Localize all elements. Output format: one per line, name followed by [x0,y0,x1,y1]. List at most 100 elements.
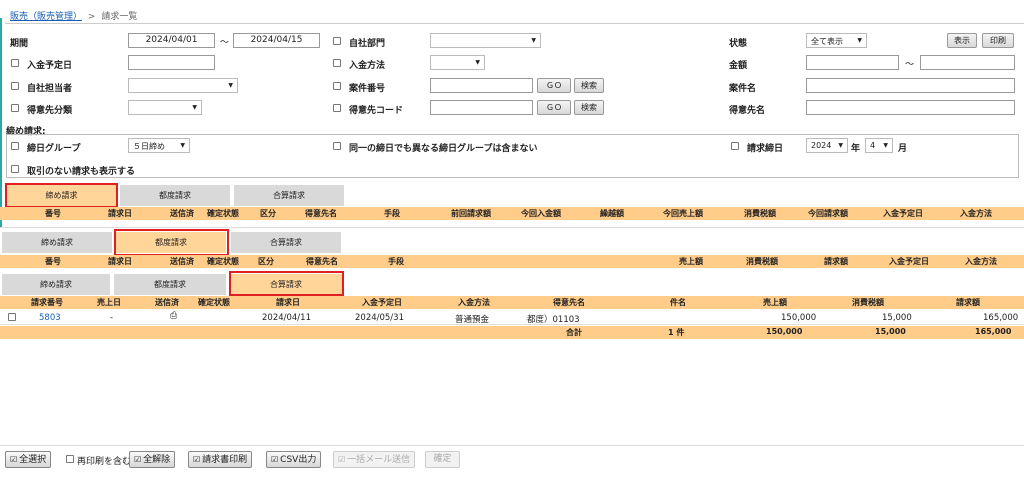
total-label: 合計 [566,328,582,337]
month-unit: 月 [898,144,908,154]
chevron-down-icon: ▼ [883,142,888,149]
deselect-all-button[interactable]: ☑ 全解除 [129,451,176,468]
bulk-mail-button[interactable]: ☑ 一括メール送信 [333,451,416,468]
column-header: 手段 [384,209,400,218]
payment-method-label: 入金方法 [349,61,386,71]
check-icon: ☑ [338,455,346,464]
chevron-down-icon: ▼ [180,142,185,149]
amount-to-input[interactable] [920,55,1015,70]
check-icon: ☑ [193,455,201,464]
payment-method-cell: 普通預金 [455,315,490,325]
confirm-button[interactable]: 確定 [425,451,460,468]
column-header: 得意先名 [306,257,338,266]
breadcrumb-parent-link[interactable]: 販売（販売管理） [10,12,82,22]
period-from-input[interactable]: 2024/04/01 [128,33,215,48]
amount-tilde: ～ [905,60,915,70]
chevron-down-icon: ▼ [475,59,480,66]
column-header: 今回請求額 [808,209,848,218]
tab-each-billing[interactable]: 都度請求 [114,274,226,295]
sales-date-cell: - [110,313,114,323]
column-header: 確定状態 [198,298,230,307]
closing-year-select[interactable]: 2024 ▼ [806,138,848,153]
customer-name-input[interactable] [806,100,1015,115]
csv-export-button[interactable]: ☑ CSV出力 [266,451,322,468]
closing-year-value: 2024 [811,141,832,150]
column-header: 送信済 [155,298,179,307]
exclude-group-checkbox[interactable] [333,142,341,150]
breadcrumb-separator: > [87,12,96,22]
payment-method-select[interactable]: ▼ [430,55,485,70]
check-icon: ☑ [271,455,279,464]
customer-class-select[interactable]: ▼ [128,100,202,115]
own-dept-select[interactable]: ▼ [430,33,541,48]
payment-method-checkbox[interactable] [333,59,341,67]
status-select[interactable]: 全て表示 ▼ [806,33,867,48]
table-header-combined: 請求番号 売上日 送信済 確定状態 請求日 入金予定日 入金方法 得意先名 件名… [0,296,1024,309]
column-header: 得意先名 [305,209,337,218]
highlight-box [5,183,118,208]
closing-group-checkbox[interactable] [11,142,19,150]
staff-label: 自社担当者 [27,84,73,94]
column-header: 請求日 [108,209,132,218]
column-header: 確定状態 [207,257,239,266]
show-no-txn-checkbox[interactable] [11,165,19,173]
column-header: 売上額 [679,257,703,266]
column-header: 確定状態 [207,209,239,218]
include-reprint-checkbox[interactable] [66,455,74,463]
customer-search-button[interactable]: 検索 [574,100,604,115]
exclude-group-label: 同一の締日でも異なる締日グループは含まない [349,144,538,154]
tab-closing-billing[interactable]: 締め請求 [2,232,112,253]
highlight-box [229,271,344,296]
customer-code-checkbox[interactable] [333,104,341,112]
table-header-closing: 番号 請求日 送信済 確定状態 区分 得意先名 手段 前回請求額 今回入金額 繰… [0,207,1024,220]
project-no-input[interactable] [430,78,533,93]
closing-day-label: 請求締日 [747,144,784,154]
payment-due-input[interactable] [128,55,215,70]
column-header: 区分 [258,257,274,266]
own-dept-label: 自社部門 [349,39,386,49]
column-header: 手段 [388,257,404,266]
own-dept-checkbox[interactable] [333,37,341,45]
csv-export-label: CSV出力 [280,455,317,465]
column-header: 入金予定日 [889,257,929,266]
column-header: 送信済 [170,209,194,218]
closing-day-checkbox[interactable] [731,142,739,150]
tab-combined-billing[interactable]: 合算請求 [231,232,341,253]
customer-class-checkbox[interactable] [11,104,19,112]
display-button[interactable]: 表示 [947,33,977,48]
row-checkbox[interactable] [8,313,16,321]
status-label: 状態 [729,39,748,49]
column-header: 請求番号 [31,298,63,307]
column-header: 入金予定日 [362,298,402,307]
chevron-down-icon: ▼ [192,104,197,111]
select-all-button[interactable]: ☑ 全選択 [5,451,52,468]
closing-month-select[interactable]: 4 ▼ [865,138,893,153]
tab-combined-billing[interactable]: 合算請求 [234,185,344,206]
project-no-checkbox[interactable] [333,82,341,90]
column-header: 今回売上額 [663,209,703,218]
column-header: 請求日 [276,298,300,307]
payment-due-checkbox[interactable] [11,59,19,67]
tab-closing-billing[interactable]: 締め請求 [2,274,110,295]
column-header: 入金方法 [965,257,997,266]
invoice-number-link[interactable]: 5803 [39,313,61,323]
select-all-label: 全選択 [19,455,47,465]
customer-code-input[interactable] [430,100,533,115]
period-to-input[interactable]: 2024/04/15 [233,33,320,48]
print-invoice-button[interactable]: ☑ 請求書印刷 [188,451,253,468]
staff-checkbox[interactable] [11,82,19,90]
column-header: 前回請求額 [451,209,491,218]
project-search-button[interactable]: 検索 [574,78,604,93]
tab-each-billing[interactable]: 都度請求 [120,185,230,206]
project-go-button[interactable]: ＧＯ [537,78,571,93]
amount-from-input[interactable] [806,55,899,70]
table-empty-body [0,220,1024,228]
project-name-input[interactable] [806,78,1015,93]
column-header: 件名 [670,298,686,307]
staff-select[interactable]: ▼ [128,78,238,93]
customer-go-button[interactable]: ＧＯ [537,100,571,115]
closing-group-select[interactable]: ５日締め ▼ [128,138,190,153]
total-amount: 165,000 [975,327,1012,336]
print-button[interactable]: 印刷 [982,33,1014,48]
check-icon: ☑ [10,455,18,464]
